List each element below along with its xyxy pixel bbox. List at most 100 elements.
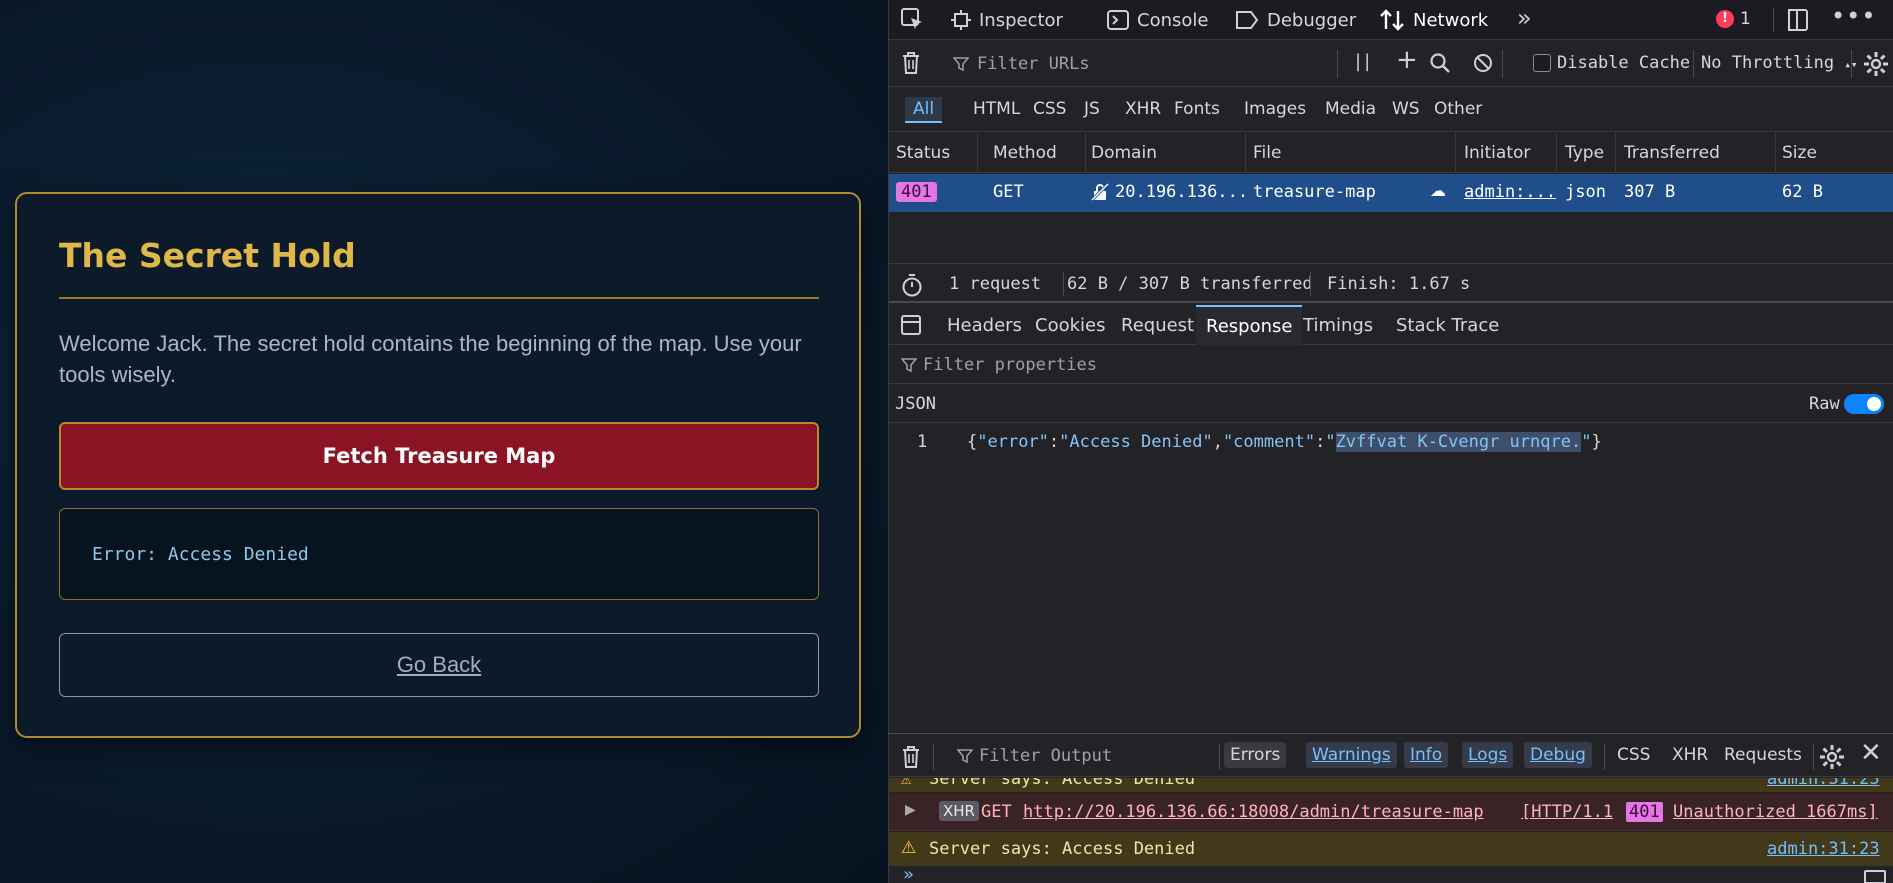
xhr-result[interactable]: Unauthorized 1667ms] bbox=[1673, 802, 1878, 822]
console-icon bbox=[1107, 10, 1129, 30]
toolbar-divider bbox=[1502, 50, 1503, 78]
filter-images[interactable]: Images bbox=[1236, 97, 1314, 121]
level-info[interactable]: Info bbox=[1404, 742, 1449, 768]
col-initiator[interactable]: Initiator bbox=[1464, 143, 1530, 163]
toggle-sidebar-icon[interactable] bbox=[901, 315, 921, 340]
throttling-value: No Throttling bbox=[1701, 53, 1835, 73]
warning-message-location[interactable]: admin:31:23 bbox=[1767, 839, 1880, 859]
filter-all[interactable]: All bbox=[905, 97, 943, 123]
raw-toggle[interactable] bbox=[1844, 394, 1884, 414]
expand-arrow-icon[interactable]: ▶ bbox=[905, 802, 916, 818]
response-json-line[interactable]: {"error":"Access Denied","comment":"Zvff… bbox=[967, 432, 1602, 452]
console-message-xhr[interactable]: ▶ XHR GET http://20.196.136.66:18008/adm… bbox=[889, 793, 1893, 831]
xhr-http-version[interactable]: [HTTP/1.1 bbox=[1521, 802, 1613, 822]
disable-cache-control[interactable]: Disable Cache bbox=[1533, 53, 1690, 73]
block-icon[interactable] bbox=[1473, 53, 1493, 78]
warn-icon-clipped: ⚠ bbox=[901, 778, 912, 789]
filter-fonts[interactable]: Fonts bbox=[1166, 97, 1228, 121]
console-settings-gear-icon[interactable] bbox=[1819, 744, 1845, 775]
tab-debugger-label: Debugger bbox=[1267, 9, 1357, 31]
more-options-icon[interactable]: ••• bbox=[1831, 2, 1876, 30]
request-status: 401 bbox=[896, 182, 937, 202]
filter-icon bbox=[900, 357, 918, 378]
category-xhr[interactable]: XHR bbox=[1666, 742, 1714, 768]
filter-html[interactable]: HTML bbox=[965, 97, 1028, 121]
col-method[interactable]: Method bbox=[993, 143, 1057, 163]
add-request-icon[interactable]: + bbox=[1396, 45, 1418, 75]
search-icon[interactable] bbox=[1429, 52, 1451, 79]
tab-network[interactable]: Network bbox=[1379, 6, 1488, 34]
col-type[interactable]: Type bbox=[1565, 143, 1604, 163]
close-icon[interactable]: ✕ bbox=[1860, 738, 1882, 768]
toolbar-divider bbox=[1773, 8, 1774, 32]
level-warnings[interactable]: Warnings bbox=[1306, 742, 1397, 768]
clear-console-icon[interactable] bbox=[901, 745, 921, 774]
filter-media[interactable]: Media bbox=[1317, 97, 1384, 121]
xhr-method: GET bbox=[981, 802, 1012, 822]
error-indicator[interactable]: ! 1 bbox=[1716, 9, 1751, 29]
more-tools-icon[interactable]: » bbox=[1517, 4, 1532, 32]
request-initiator[interactable]: admin:... bbox=[1464, 182, 1556, 202]
tab-response[interactable]: Response bbox=[1196, 305, 1303, 345]
clipped-message-location[interactable]: admin:31:23 bbox=[1767, 778, 1880, 789]
col-status[interactable]: Status bbox=[896, 143, 950, 163]
col-divider bbox=[1245, 133, 1246, 173]
error-icon: ! bbox=[1716, 10, 1734, 28]
toolbar-divider bbox=[1813, 744, 1814, 770]
col-transferred[interactable]: Transferred bbox=[1624, 143, 1720, 163]
clear-requests-icon[interactable] bbox=[901, 51, 921, 80]
tab-cookies[interactable]: Cookies bbox=[1025, 305, 1115, 345]
output-box: Error: Access Denied bbox=[59, 508, 819, 600]
xhr-url-link[interactable]: http://20.196.136.66:18008/admin/treasur… bbox=[1023, 802, 1484, 822]
filter-output-input[interactable]: Filter Output bbox=[979, 746, 1112, 766]
go-back-link[interactable]: Go Back bbox=[59, 633, 819, 697]
filter-ws[interactable]: WS bbox=[1384, 97, 1428, 121]
network-settings-gear-icon[interactable] bbox=[1863, 51, 1889, 82]
col-domain[interactable]: Domain bbox=[1091, 143, 1157, 163]
tab-headers[interactable]: Headers bbox=[937, 305, 1032, 345]
tab-request[interactable]: Request bbox=[1111, 305, 1204, 345]
tab-timings[interactable]: Timings bbox=[1293, 305, 1383, 345]
level-debug[interactable]: Debug bbox=[1524, 742, 1592, 768]
filter-icon bbox=[956, 748, 974, 769]
element-picker-icon[interactable] bbox=[899, 6, 925, 37]
toolbar-divider bbox=[1851, 50, 1852, 78]
filter-js[interactable]: JS bbox=[1076, 97, 1108, 121]
level-logs[interactable]: Logs bbox=[1462, 742, 1514, 768]
table-row[interactable]: 401 GET 20.196.136... treasure-map ☁ adm… bbox=[889, 174, 1893, 212]
filter-xhr[interactable]: XHR bbox=[1117, 97, 1169, 121]
filter-css[interactable]: CSS bbox=[1025, 97, 1074, 121]
filter-properties-input[interactable]: Filter properties bbox=[889, 346, 1893, 384]
fetch-treasure-map-button[interactable]: Fetch Treasure Map bbox=[59, 422, 819, 490]
category-requests[interactable]: Requests bbox=[1718, 742, 1808, 768]
col-divider bbox=[1085, 133, 1086, 173]
disable-cache-label: Disable Cache bbox=[1557, 53, 1691, 73]
summary-transferred: 62 B / 307 B transferred bbox=[1067, 274, 1313, 294]
filter-other[interactable]: Other bbox=[1426, 97, 1490, 121]
filter-urls-input[interactable]: Filter URLs bbox=[953, 49, 1321, 79]
level-errors[interactable]: Errors bbox=[1224, 742, 1287, 768]
disable-cache-checkbox[interactable] bbox=[1533, 54, 1551, 72]
json-label: JSON bbox=[895, 394, 936, 414]
editor-mode-icon[interactable] bbox=[1864, 870, 1886, 883]
console-input[interactable]: » bbox=[889, 864, 1893, 883]
tab-console[interactable]: Console bbox=[1107, 6, 1208, 34]
json-colon: : bbox=[1048, 432, 1060, 452]
category-css[interactable]: CSS bbox=[1611, 742, 1656, 768]
throttling-select[interactable]: No Throttling ▴▾ bbox=[1701, 53, 1858, 73]
tab-stack-trace[interactable]: Stack Trace bbox=[1386, 305, 1509, 345]
pause-icon[interactable]: || bbox=[1355, 51, 1373, 72]
col-file[interactable]: File bbox=[1253, 143, 1281, 163]
summary-finish: Finish: 1.67 s bbox=[1327, 274, 1471, 294]
dock-side-icon[interactable] bbox=[1787, 8, 1809, 37]
tab-debugger[interactable]: Debugger bbox=[1235, 6, 1356, 34]
error-count: 1 bbox=[1740, 9, 1751, 29]
col-size[interactable]: Size bbox=[1782, 143, 1817, 163]
xhr-badge-label: XHR bbox=[939, 801, 979, 821]
json-quote: " bbox=[1325, 432, 1336, 452]
tab-inspector[interactable]: Inspector bbox=[951, 6, 1063, 34]
json-key-comment: "comment" bbox=[1222, 432, 1316, 452]
json-brace-open: { bbox=[967, 432, 978, 452]
raw-label: Raw bbox=[1809, 394, 1840, 414]
request-type-filters: All HTML CSS JS XHR Fonts Images Media W… bbox=[889, 88, 1893, 132]
